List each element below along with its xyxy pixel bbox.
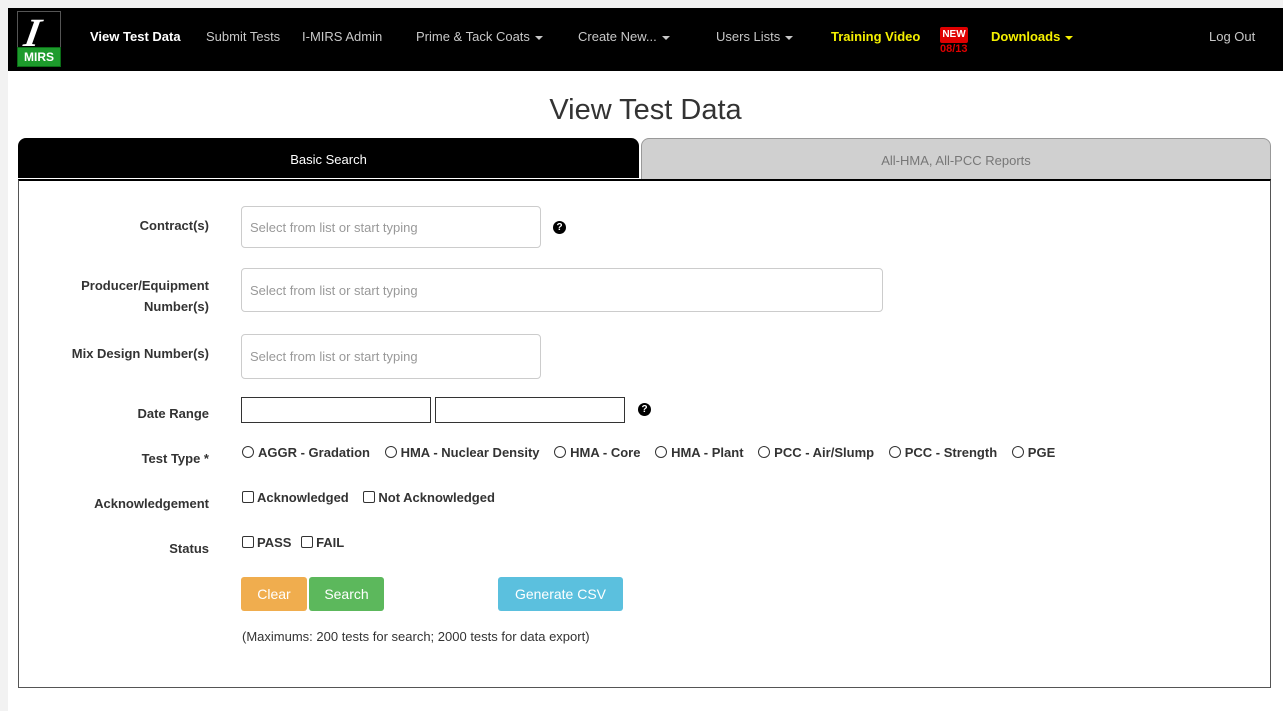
test-type-option[interactable]: HMA - Core xyxy=(554,445,640,460)
mix-design-label: Mix Design Number(s) xyxy=(71,346,209,361)
option-label: AGGR - Gradation xyxy=(258,445,370,460)
mix-design-input[interactable] xyxy=(241,334,541,379)
producer-input[interactable] xyxy=(241,268,883,312)
checkbox-icon[interactable] xyxy=(363,491,376,503)
option-label: PASS xyxy=(257,535,292,550)
caret-down-icon xyxy=(534,35,543,40)
new-date: 08/13 xyxy=(940,43,968,55)
search-button[interactable]: Search xyxy=(309,577,384,611)
nav-label: Create New... xyxy=(578,29,657,44)
radio-icon[interactable] xyxy=(242,446,254,458)
radio-icon[interactable] xyxy=(888,446,901,458)
option-label: PCC - Strength xyxy=(904,445,998,460)
contracts-input[interactable] xyxy=(241,206,541,248)
logo-text: MIRS xyxy=(17,47,61,67)
nav-log-out[interactable]: Log Out xyxy=(1209,8,1255,71)
nav-submit-tests[interactable]: Submit Tests xyxy=(206,8,280,71)
nav-view-test-data[interactable]: View Test Data xyxy=(90,8,181,71)
date-from-input[interactable] xyxy=(241,397,431,423)
test-type-option[interactable]: PCC - Strength xyxy=(888,445,998,460)
status-options: PASS FAIL xyxy=(242,535,355,550)
status-option[interactable]: PASS xyxy=(242,535,291,550)
date-to-input[interactable] xyxy=(435,397,625,423)
option-label: Not Acknowledged xyxy=(378,490,495,505)
caret-down-icon xyxy=(661,35,670,40)
producer-label-line1: Producer/Equipment xyxy=(81,278,209,293)
checkbox-icon[interactable] xyxy=(242,491,254,503)
clear-button[interactable]: Clear xyxy=(241,577,307,611)
nav-label: Downloads xyxy=(991,29,1061,44)
checkbox-icon[interactable] xyxy=(242,536,254,548)
status-option[interactable]: FAIL xyxy=(301,535,344,550)
page: I MIRS View Test Data Submit Tests I-MIR… xyxy=(8,8,1283,711)
option-label: HMA - Plant xyxy=(671,445,744,460)
nav-label: Submit Tests xyxy=(206,29,281,44)
nav-users-lists[interactable]: Users Lists xyxy=(716,8,794,71)
test-type-option[interactable]: AGGR - Gradation xyxy=(242,445,370,460)
acknowledgement-options: Acknowledged Not Acknowledged xyxy=(242,490,506,505)
nav-label: View Test Data xyxy=(90,29,181,44)
radio-icon[interactable] xyxy=(384,446,397,458)
ack-option[interactable]: Acknowledged xyxy=(242,490,349,505)
nav-label: Log Out xyxy=(1209,29,1256,44)
help-icon[interactable]: ? xyxy=(638,403,651,416)
option-label: HMA - Core xyxy=(570,445,641,460)
option-label: FAIL xyxy=(316,535,345,550)
nav-label: Training Video xyxy=(831,29,921,44)
tab-all-reports[interactable]: All-HMA, All-PCC Reports xyxy=(641,138,1271,179)
nav-label: I-MIRS Admin xyxy=(302,29,383,44)
option-label: HMA - Nuclear Density xyxy=(400,445,540,460)
radio-icon[interactable] xyxy=(554,446,567,458)
search-panel xyxy=(18,179,1271,688)
nav-create-new[interactable]: Create New... xyxy=(578,8,670,71)
option-label: Acknowledged xyxy=(257,490,349,505)
radio-icon[interactable] xyxy=(1011,446,1024,458)
test-type-option[interactable]: HMA - Plant xyxy=(655,445,744,460)
producer-label-line2: Number(s) xyxy=(143,299,209,314)
nav-imirs-admin[interactable]: I-MIRS Admin xyxy=(302,8,382,71)
date-range-label: Date Range xyxy=(137,406,209,421)
test-type-options: AGGR - Gradation HMA - Nuclear Density H… xyxy=(242,445,1066,460)
nav-label: Prime & Tack Coats xyxy=(416,29,530,44)
ack-option[interactable]: Not Acknowledged xyxy=(363,490,495,505)
radio-icon[interactable] xyxy=(655,446,668,458)
option-label: PCC - Air/Slump xyxy=(774,445,875,460)
checkbox-icon[interactable] xyxy=(301,536,314,548)
navbar: I MIRS View Test Data Submit Tests I-MIR… xyxy=(8,8,1283,71)
radio-icon[interactable] xyxy=(758,446,771,458)
maximums-note: (Maximums: 200 tests for search; 2000 te… xyxy=(242,629,590,644)
nav-prime-tack-coats[interactable]: Prime & Tack Coats xyxy=(416,8,543,71)
tab-basic-search[interactable]: Basic Search xyxy=(18,138,639,178)
imirs-logo[interactable]: I MIRS xyxy=(17,10,61,67)
nav-downloads[interactable]: Downloads xyxy=(991,8,1074,71)
help-icon[interactable]: ? xyxy=(553,221,566,234)
test-type-option[interactable]: PCC - Air/Slump xyxy=(758,445,874,460)
test-type-option[interactable]: HMA - Nuclear Density xyxy=(384,445,540,460)
nav-label: Users Lists xyxy=(716,29,781,44)
acknowledgement-label: Acknowledgement xyxy=(94,496,209,511)
generate-csv-button[interactable]: Generate CSV xyxy=(498,577,623,611)
caret-down-icon xyxy=(785,35,794,40)
caret-down-icon xyxy=(1065,35,1074,40)
option-label: PGE xyxy=(1027,445,1056,460)
test-type-option[interactable]: PGE xyxy=(1011,445,1056,460)
contracts-label: Contract(s) xyxy=(139,218,209,233)
test-type-label: Test Type * xyxy=(141,451,209,466)
new-badge: NEW xyxy=(940,27,968,43)
user-name-box[interactable] xyxy=(1095,26,1200,68)
nav-training-video[interactable]: Training Video xyxy=(831,8,920,71)
status-label: Status xyxy=(169,541,209,556)
page-title: View Test Data xyxy=(549,94,742,126)
